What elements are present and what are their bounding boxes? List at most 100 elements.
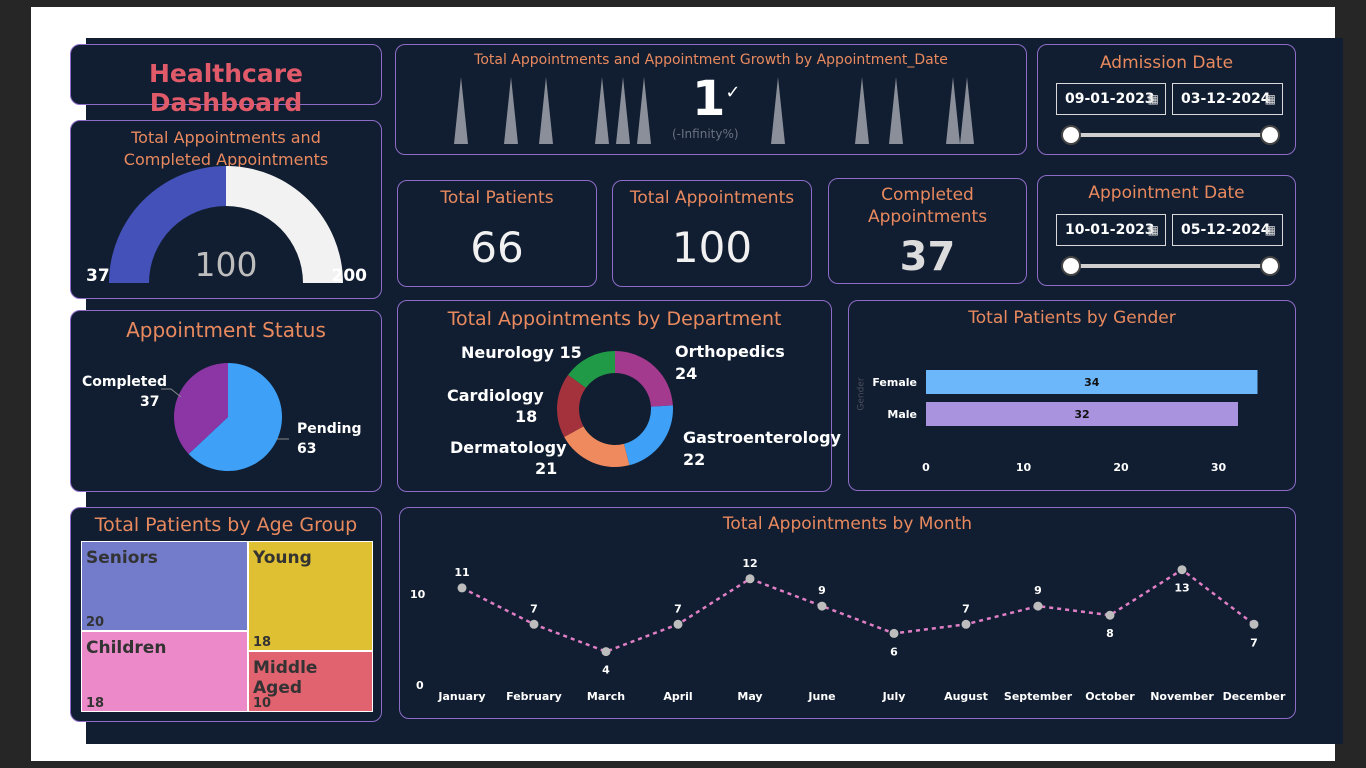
month-point (889, 628, 899, 638)
appointment-date-slicer[interactable]: Appointment Date 10-01-2023 ▦ 05-12-2024 ▦ (1037, 175, 1296, 286)
department-card[interactable]: Total Appointments by Department Neurolo… (397, 300, 841, 492)
admission-date-slicer[interactable]: Admission Date 09-01-2023 ▦ 03-12-2024 ▦ (1037, 44, 1296, 155)
appointment-slider-start-handle[interactable] (1061, 256, 1081, 276)
appointment-date-title: Appointment Date (1088, 183, 1245, 203)
sparkline-spike (960, 77, 974, 144)
growth-percent: (-Infinity%) (672, 127, 739, 141)
pie-label-pending: Pending (297, 421, 362, 437)
month-data-label: 9 (1034, 584, 1042, 597)
month-data-label: 7 (1250, 636, 1258, 649)
value-dermatology: 21 (535, 459, 558, 478)
admission-slider-track[interactable] (1070, 133, 1270, 137)
month-point (1177, 565, 1187, 575)
month-line-chart: 11 January 7 February 4 March 7 April 12 May 9 June… (437, 557, 1286, 703)
month-point (601, 647, 611, 657)
month-data-label: 13 (1174, 582, 1189, 595)
dashboard-title: Healthcare Dashboard (148, 59, 304, 117)
gender-x-tick: 10 (1016, 461, 1032, 474)
month-data-label: 8 (1106, 627, 1114, 640)
month-data-label: 7 (530, 602, 538, 615)
appointment-end-date[interactable]: 05-12-2024 ▦ (1172, 214, 1283, 246)
title-card: Healthcare Dashboard (70, 44, 382, 117)
month-x-tick: December (1223, 690, 1286, 703)
pie-value-pending: 63 (297, 441, 317, 457)
pie-leader-line (161, 388, 182, 398)
label-gastroenterology: Gastroenterology (683, 428, 841, 447)
month-x-tick: November (1150, 690, 1214, 703)
label-cardiology: Cardiology (447, 386, 544, 405)
month-x-tick: September (1004, 690, 1073, 703)
gender-bar-chart: 34 Female 32 Male 0 10 20 30 (872, 370, 1258, 474)
month-series-line (461, 568, 1255, 653)
calendar-icon[interactable]: ▦ (1265, 84, 1276, 114)
age-group-card[interactable]: Total Patients by Age Group Seniors 20 Ch… (70, 507, 382, 722)
month-x-tick: February (506, 690, 562, 703)
sparkline-spike (637, 77, 651, 144)
value-cardiology: 18 (515, 407, 538, 426)
total-patients-card[interactable]: Total Patients 66 (397, 180, 597, 287)
month-point (961, 619, 971, 629)
gender-category-label: Male (887, 408, 917, 421)
sparkline-spike (454, 77, 468, 144)
appointment-status-pie (161, 363, 289, 471)
checkmark-icon: ✓ (725, 82, 741, 103)
month-x-tick: July (882, 690, 906, 703)
treemap-young[interactable]: Young 18 (248, 541, 373, 651)
sparkline-spike (855, 77, 869, 144)
month-point (457, 583, 467, 593)
donut-segment-gastroenterology (623, 405, 673, 466)
donut-segment-orthopedics (615, 351, 673, 407)
month-card[interactable]: Total Appointments by Month 10 0 11 Janua… (399, 507, 1296, 719)
gender-category-label: Female (872, 376, 917, 389)
month-x-tick: August (944, 690, 988, 703)
total-appointments-card[interactable]: Total Appointments 100 (612, 180, 812, 287)
gender-card[interactable]: Total Patients by Gender Gender 34 Female… (848, 300, 1296, 491)
admission-end-date[interactable]: 03-12-2024 ▦ (1172, 83, 1283, 115)
donut-segment-dermatology (564, 426, 630, 467)
gender-bar-value: 32 (1074, 408, 1089, 421)
admission-slider-end-handle[interactable] (1260, 125, 1280, 145)
appointment-status-card[interactable]: Appointment Status Completed 37 Pending … (70, 310, 382, 492)
completed-value: 37 (899, 234, 956, 280)
month-data-label: 11 (454, 566, 469, 579)
admission-date-title: Admission Date (1099, 53, 1234, 73)
treemap-children[interactable]: Children 18 (81, 631, 248, 712)
month-point (529, 619, 539, 629)
month-point (745, 574, 755, 584)
treemap-seniors[interactable]: Seniors 20 (81, 541, 248, 631)
month-point (1033, 601, 1043, 611)
month-data-label: 7 (674, 602, 682, 615)
total-appointments-label: Total Appointments (629, 188, 795, 208)
sparkline-spike (539, 77, 553, 144)
completed-appointments-card[interactable]: Completed Appointments 37 (828, 178, 1027, 284)
gauge-card[interactable]: Total Appointments and Completed Appoint… (70, 120, 382, 299)
treemap-middle-aged[interactable]: Middle Aged 10 (248, 651, 373, 712)
label-orthopedics: Orthopedics (675, 342, 785, 361)
total-appointments-value: 100 (671, 223, 753, 272)
month-x-tick: June (807, 690, 835, 703)
value-orthopedics: 24 (675, 364, 698, 383)
sparkline-spike (595, 77, 609, 144)
calendar-icon[interactable]: ▦ (1265, 215, 1276, 245)
month-point (673, 619, 683, 629)
month-data-label: 6 (890, 645, 898, 658)
calendar-icon[interactable]: ▦ (1148, 215, 1159, 245)
admission-start-date[interactable]: 09-01-2023 ▦ (1056, 83, 1166, 115)
appointment-slider-end-handle[interactable] (1260, 256, 1280, 276)
month-data-label: 9 (818, 584, 826, 597)
appointment-start-date[interactable]: 10-01-2023 ▦ (1056, 214, 1166, 246)
sparkline-spike (616, 77, 630, 144)
month-x-tick: March (587, 690, 625, 703)
appointment-slider-track[interactable] (1070, 264, 1270, 268)
month-point (1249, 619, 1259, 629)
total-patients-label: Total Patients (440, 188, 554, 208)
value-gastroenterology: 22 (683, 450, 706, 469)
label-neurology: Neurology 15 (461, 343, 582, 362)
month-data-label: 12 (742, 557, 757, 570)
admission-slider-start-handle[interactable] (1061, 125, 1081, 145)
gender-bar-value: 34 (1084, 376, 1100, 389)
calendar-icon[interactable]: ▦ (1148, 84, 1159, 114)
age-group-title: Total Patients by Age Group (94, 514, 358, 536)
appointment-growth-card[interactable]: Total Appointments and Appointment Growt… (395, 44, 1027, 155)
sparkline-spike (946, 77, 960, 144)
